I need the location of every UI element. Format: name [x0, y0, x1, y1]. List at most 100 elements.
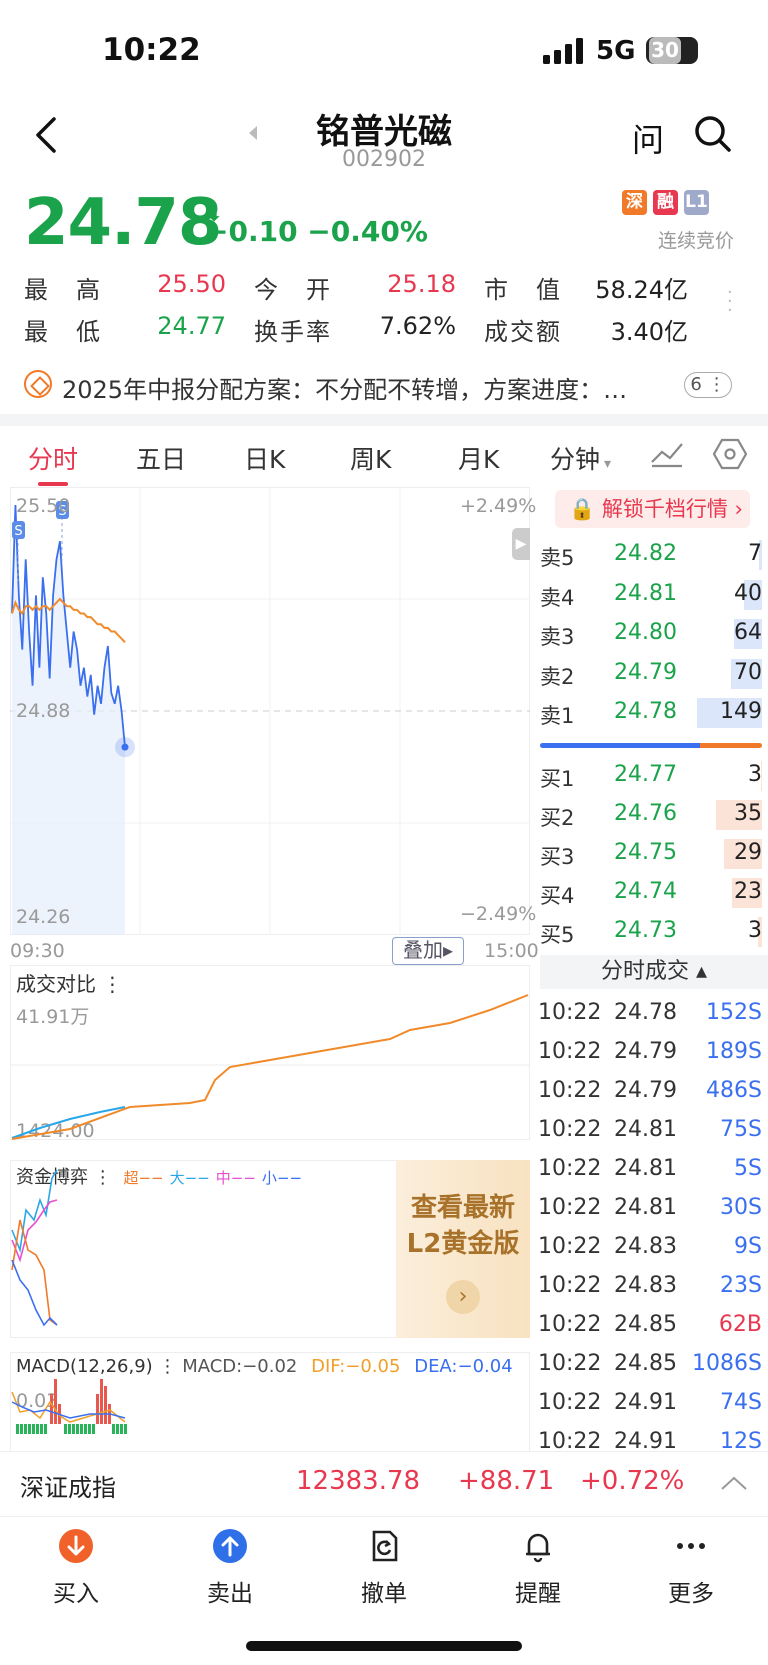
nav-buy[interactable]: 买入: [36, 1528, 116, 1608]
legend-label: 中: [215, 1169, 231, 1187]
sell-icon: [190, 1528, 270, 1568]
nav-bell[interactable]: 提醒: [498, 1528, 578, 1608]
announcement-count[interactable]: 6 ⋮: [684, 372, 732, 398]
time-start: 09:30: [10, 940, 65, 962]
current-price: 24.78: [24, 186, 222, 260]
ask-price[interactable]: 24.82: [614, 541, 677, 566]
ask-price[interactable]: 24.78: [614, 699, 677, 724]
announcement-text[interactable]: 2025年中报分配方案：不分配不转增，方案进度：…: [62, 370, 662, 405]
tick-volume: 189S: [706, 1039, 762, 1064]
trading-mode: 连续竞价: [658, 230, 735, 252]
promo-arrow-icon[interactable]: ›: [446, 1280, 480, 1314]
dropdown-icon: ▾: [604, 456, 612, 472]
expand-up-icon[interactable]: [720, 1474, 748, 1492]
ask-level-label: 卖4: [540, 585, 575, 610]
y-axis-top: 25.50: [16, 495, 71, 517]
tick-time: 10:22: [538, 1195, 602, 1220]
stat-label: 换手率: [254, 318, 332, 346]
ticks-header[interactable]: 分时成交 ▴: [540, 955, 768, 989]
legend-item: 大−−: [169, 1169, 210, 1187]
bid-price[interactable]: 24.73: [614, 918, 677, 943]
index-bar[interactable]: 深证成指 12383.78 +88.71 +0.72%: [0, 1452, 768, 1516]
tab-2[interactable]: 日K: [244, 440, 285, 476]
overlay-label: 叠加: [402, 938, 443, 962]
y-axis-bottom: 24.26: [16, 906, 71, 928]
unlock-depth-button[interactable]: 🔒 解锁千档行情 ›: [555, 490, 750, 528]
ask-price[interactable]: 24.80: [614, 620, 677, 645]
tab-5[interactable]: 分钟 ▾: [550, 440, 611, 476]
macd-value: MACD:−0.02: [182, 1356, 298, 1377]
ask-button[interactable]: 问: [632, 115, 664, 161]
tab-label: 月K: [458, 445, 500, 474]
bell-icon: [498, 1528, 578, 1568]
fund-flow-svg: [11, 1169, 58, 1327]
ask-level-label: 卖5: [540, 546, 575, 570]
collapse-handle[interactable]: ▶: [512, 528, 530, 560]
legend-label: 大: [169, 1169, 185, 1187]
macd-bar-green: [64, 1424, 67, 1434]
tick-time: 10:22: [538, 1156, 602, 1181]
ask-level-label: 卖3: [540, 625, 575, 649]
tick-volume: 5S: [734, 1156, 762, 1181]
macd-bar-red: [104, 1386, 107, 1424]
volume-compare-svg: [10, 994, 530, 1140]
legend-label: 小: [261, 1169, 277, 1187]
ask-price[interactable]: 24.79: [614, 660, 677, 685]
bid-price[interactable]: 24.76: [614, 801, 677, 826]
tab-0[interactable]: 分时: [28, 440, 78, 476]
bid-price[interactable]: 24.74: [614, 879, 677, 904]
tick-time: 10:22: [538, 1429, 602, 1454]
more-vertical-icon[interactable]: · · ·: [727, 284, 733, 320]
ask-volume: 40: [734, 580, 762, 606]
badge-group: 深 融 L1: [622, 190, 709, 215]
tick-row: 10:22 24.81 75S: [538, 1117, 766, 1147]
legend-item: 中−−: [215, 1169, 256, 1187]
ask-price[interactable]: 24.81: [614, 581, 677, 606]
macd-svg: [11, 1379, 127, 1434]
more-icon: [651, 1528, 731, 1568]
unlock-label: 解锁千档行情: [601, 497, 728, 521]
stat-label: 今 开: [254, 276, 332, 304]
status-time: 10:22: [102, 32, 201, 68]
search-icon[interactable]: [693, 114, 733, 154]
bid-volume: 3: [748, 762, 762, 787]
y-axis-mid: 24.88: [16, 700, 71, 722]
tab-label: 分时: [28, 445, 79, 474]
macd-bar-green: [68, 1424, 71, 1434]
tick-time: 10:22: [538, 1000, 602, 1025]
tick-time: 10:22: [538, 1312, 602, 1337]
tick-volume: 12S: [720, 1429, 762, 1454]
l2-promo-banner[interactable]: 查看最新 L2黄金版 ›: [396, 1160, 530, 1338]
pct-axis-bottom: −2.49%: [460, 903, 537, 925]
legend-label: 超: [123, 1169, 139, 1187]
macd-bar-green: [112, 1424, 115, 1434]
tick-row: 10:22 24.85 62B: [538, 1312, 766, 1342]
buy-icon: [36, 1528, 116, 1568]
macd-bar-green: [40, 1424, 43, 1434]
ask-volume: 7: [748, 541, 762, 566]
stat-value: 24.77: [157, 312, 226, 340]
tab-4[interactable]: 月K: [458, 440, 499, 476]
tick-time: 10:22: [538, 1351, 602, 1376]
settings-hexagon-icon[interactable]: [713, 438, 747, 470]
level-badge[interactable]: L1: [684, 190, 709, 215]
macd-bar-green: [32, 1424, 35, 1434]
pct-axis-top: +2.49%: [460, 495, 537, 517]
bid-volume: 3: [748, 918, 762, 943]
overlay-button[interactable]: 叠加▸: [392, 937, 464, 965]
bid-price[interactable]: 24.75: [614, 840, 677, 865]
bid-level-label: 买5: [540, 923, 575, 947]
macd-bar-green: [120, 1424, 123, 1434]
bid-price[interactable]: 24.77: [614, 762, 677, 787]
tick-volume: 486S: [706, 1078, 762, 1103]
nav-more[interactable]: 更多: [651, 1528, 731, 1608]
nav-cancel-order[interactable]: 撤单: [344, 1528, 424, 1608]
index-name: 深证成指: [20, 1474, 116, 1502]
nav-sell[interactable]: 卖出: [190, 1528, 270, 1608]
tab-1[interactable]: 五日: [136, 440, 186, 476]
tick-row: 10:22 24.91 74S: [538, 1390, 766, 1420]
tab-3[interactable]: 周K: [350, 440, 391, 476]
indicator-icon[interactable]: [650, 440, 684, 468]
bid-level-label: 买1: [540, 767, 575, 791]
lock-icon: 🔒: [569, 497, 596, 521]
